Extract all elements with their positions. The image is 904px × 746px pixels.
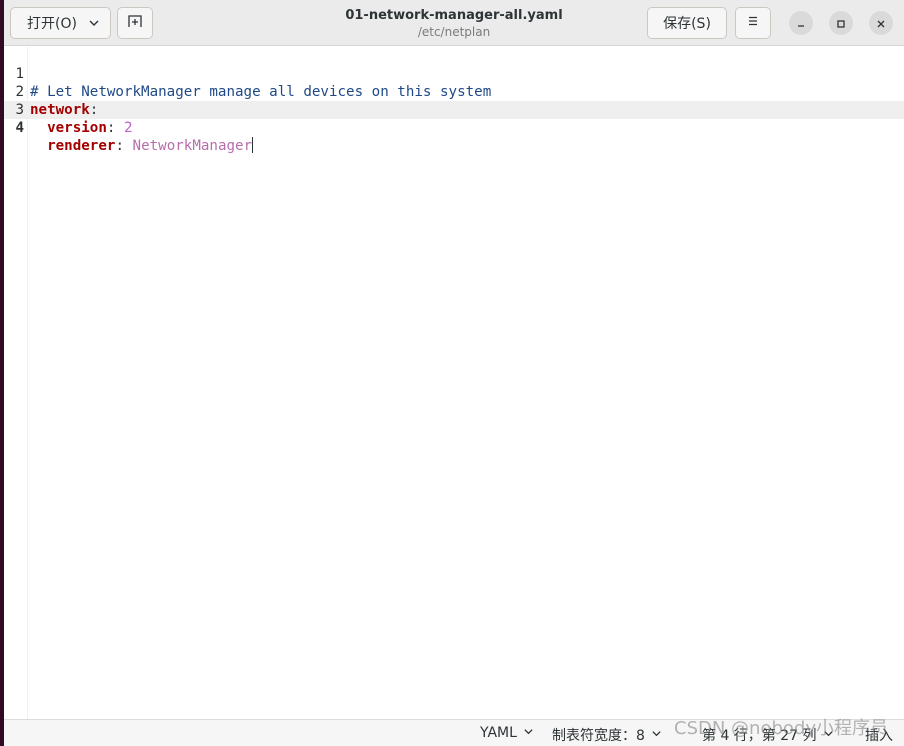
yaml-colon: : — [115, 138, 124, 154]
language-label: YAML — [480, 725, 517, 741]
watermark: CSDN @nobody小程序员 — [674, 718, 888, 739]
minimize-icon — [796, 14, 806, 33]
text-editor-area[interactable]: 1 # Let NetworkManager manage all device… — [4, 47, 904, 719]
chevron-down-icon — [523, 725, 534, 741]
new-document-button[interactable] — [117, 7, 153, 39]
close-icon — [876, 14, 886, 33]
document-path: /etc/netplan — [417, 25, 491, 39]
save-button-label: 保存(S) — [663, 16, 711, 32]
maximize-button[interactable] — [829, 11, 853, 35]
code-line[interactable]: 1 # Let NetworkManager manage all device… — [4, 47, 904, 100]
chevron-down-icon — [651, 727, 662, 743]
open-button[interactable]: 打开(O) — [10, 7, 111, 39]
yaml-value: NetworkManager — [123, 138, 253, 154]
close-button[interactable] — [869, 11, 893, 35]
new-tab-icon — [127, 13, 143, 33]
window-title-area: 01-network-manager-all.yaml /etc/netplan — [304, 7, 604, 40]
code-line[interactable]: 3 version: 2 — [4, 83, 904, 136]
document-title: 01-network-manager-all.yaml — [345, 8, 563, 23]
yaml-key: version — [47, 120, 107, 136]
chevron-down-icon — [88, 17, 100, 33]
line-number: 4 — [15, 120, 24, 136]
tab-width-label: 制表符宽度：8 — [552, 728, 645, 744]
maximize-icon — [836, 14, 846, 33]
open-button-label: 打开(O) — [27, 16, 77, 32]
hamburger-menu-icon — [746, 14, 760, 32]
language-selector[interactable]: YAML — [480, 725, 534, 741]
yaml-key: renderer — [47, 138, 116, 154]
text-cursor — [252, 137, 254, 153]
main-menu-button[interactable] — [735, 7, 771, 39]
tab-width-selector[interactable]: 制表符宽度：8 — [552, 725, 662, 745]
header-bar: 打开(O) 01-network-manager-all.yaml /etc/n… — [4, 0, 904, 46]
text-editor-window: 打开(O) 01-network-manager-all.yaml /etc/n… — [4, 0, 904, 746]
yaml-value: 2 — [115, 120, 133, 136]
code-line-current[interactable]: 4 renderer: NetworkManager — [4, 101, 904, 154]
save-button[interactable]: 保存(S) — [647, 7, 727, 39]
code-line[interactable]: 2 network: — [4, 65, 904, 118]
minimize-button[interactable] — [789, 11, 813, 35]
